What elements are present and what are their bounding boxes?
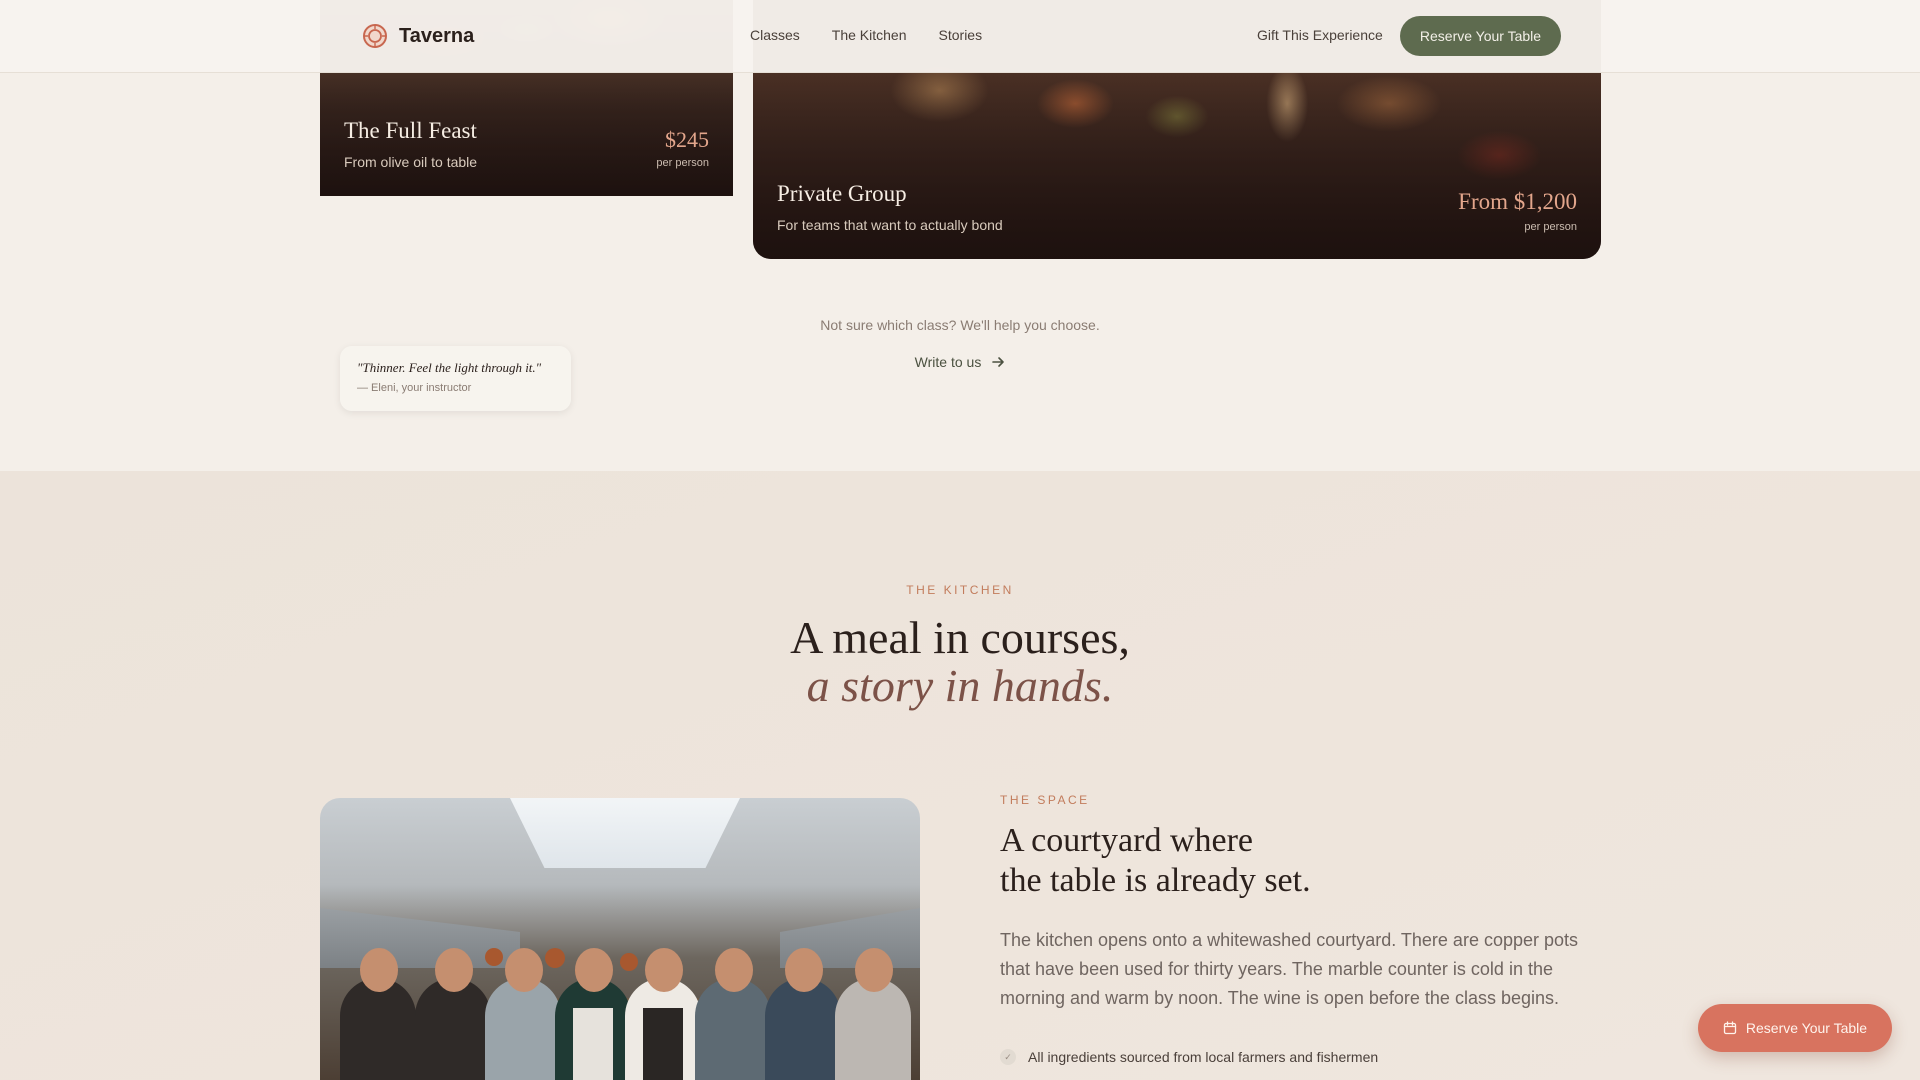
space-body: The kitchen opens onto a whitewashed cou… <box>1000 930 1579 1008</box>
site-header: Taverna Classes The Kitchen Stories Gift… <box>0 0 1920 73</box>
calendar-icon <box>1723 1021 1737 1035</box>
card-title: Private Group <box>777 181 907 206</box>
nav-item-the-kitchen[interactable]: The Kitchen <box>832 27 907 43</box>
kitchen-section: THE KITCHEN A meal in courses, a story i… <box>0 471 1920 1080</box>
help-text: Not sure which class? We'll help you cho… <box>820 317 1100 333</box>
copper-pot <box>545 948 565 968</box>
floating-reserve-label: Reserve Your Table <box>1745 1020 1868 1036</box>
person <box>835 948 911 1080</box>
write-to-us-link[interactable]: Write to us <box>0 354 1920 370</box>
quote-text: "Thinner. Feel the light through it." <box>357 360 542 375</box>
card-price-unit: per person <box>1524 221 1577 233</box>
reserve-table-button[interactable]: Reserve Your Table <box>1400 16 1561 56</box>
arrow-right-icon <box>992 357 1005 367</box>
feature-bullet: ✓ All ingredients sourced from local far… <box>1000 1049 1378 1065</box>
space-title: A courtyard where the table is already s… <box>1000 821 1311 901</box>
copper-pot <box>620 953 638 971</box>
person <box>695 948 771 1080</box>
gift-experience-link[interactable]: Gift This Experience <box>1257 27 1383 43</box>
card-subtitle: From olive oil to table <box>344 154 478 170</box>
space-eyebrow: THE SPACE <box>1000 793 1090 807</box>
brand[interactable]: Taverna <box>362 23 474 49</box>
card-price: From $1,200 <box>1458 189 1577 214</box>
quote-author: — Eleni, your instructor <box>357 382 472 394</box>
floating-reserve-button[interactable]: Reserve Your Table <box>1698 1004 1892 1052</box>
card-price-unit: per person <box>656 157 709 169</box>
card-price: $245 <box>665 127 709 152</box>
person <box>485 948 561 1080</box>
nav-item-classes[interactable]: Classes <box>750 27 800 43</box>
card-subtitle: For teams that want to actually bond <box>777 217 1003 233</box>
nav-item-stories[interactable]: Stories <box>939 27 983 43</box>
page: The Full Feast From olive oil to table $… <box>0 0 1920 1080</box>
person <box>340 948 416 1080</box>
card-title: The Full Feast <box>344 118 477 143</box>
logo-icon <box>363 24 387 48</box>
person <box>625 948 701 1080</box>
write-to-us-label: Write to us <box>914 354 982 370</box>
person <box>555 948 631 1080</box>
feature-bullet-text: All ingredients sourced from local farme… <box>1028 1049 1379 1065</box>
section-headline: A meal in courses, <box>790 612 1130 663</box>
skylight <box>510 798 740 868</box>
kitchen-photo <box>320 798 920 1080</box>
main-nav: Classes The Kitchen Stories <box>750 27 982 43</box>
section-eyebrow: THE KITCHEN <box>906 583 1014 597</box>
brand-name: Taverna <box>399 24 475 47</box>
person <box>415 948 491 1080</box>
space-title-line-1: A courtyard where <box>1000 822 1254 859</box>
check-icon: ✓ <box>1000 1049 1016 1065</box>
person <box>765 948 841 1080</box>
copper-pot <box>485 948 503 966</box>
section-headline-italic: a story in hands. <box>806 660 1114 711</box>
instructor-quote: "Thinner. Feel the light through it." — … <box>340 346 571 411</box>
space-title-line-2: the table is already set. <box>1000 862 1311 899</box>
